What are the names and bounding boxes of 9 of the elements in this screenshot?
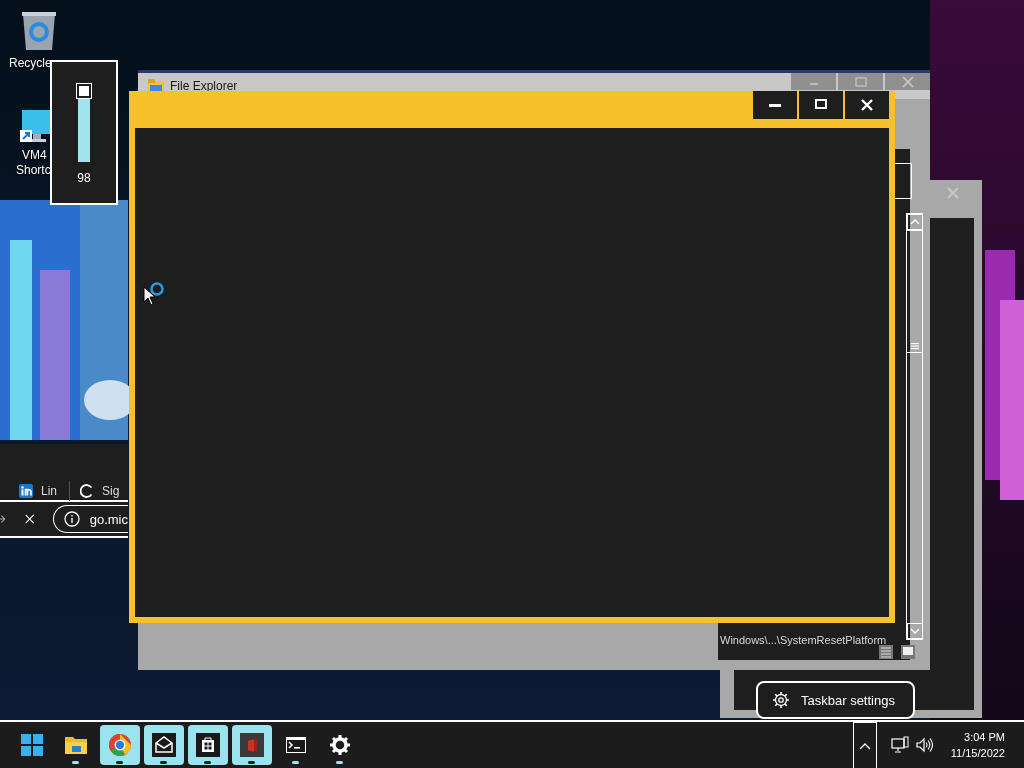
clock[interactable]: 3:04 PM 11/15/2022	[938, 729, 1024, 761]
status-text: Windows\...\SystemResetPlatform	[720, 634, 887, 647]
volume-value: 98	[77, 171, 91, 185]
browser-tab[interactable]: Lin	[19, 481, 70, 501]
window-title: File Explorer	[170, 79, 238, 93]
icon-label: Recycle	[9, 56, 52, 71]
icon-label: VM4	[22, 148, 47, 163]
icon-label: Shortc	[16, 163, 51, 178]
menu-item[interactable]: Taskbar settings	[758, 685, 895, 715]
